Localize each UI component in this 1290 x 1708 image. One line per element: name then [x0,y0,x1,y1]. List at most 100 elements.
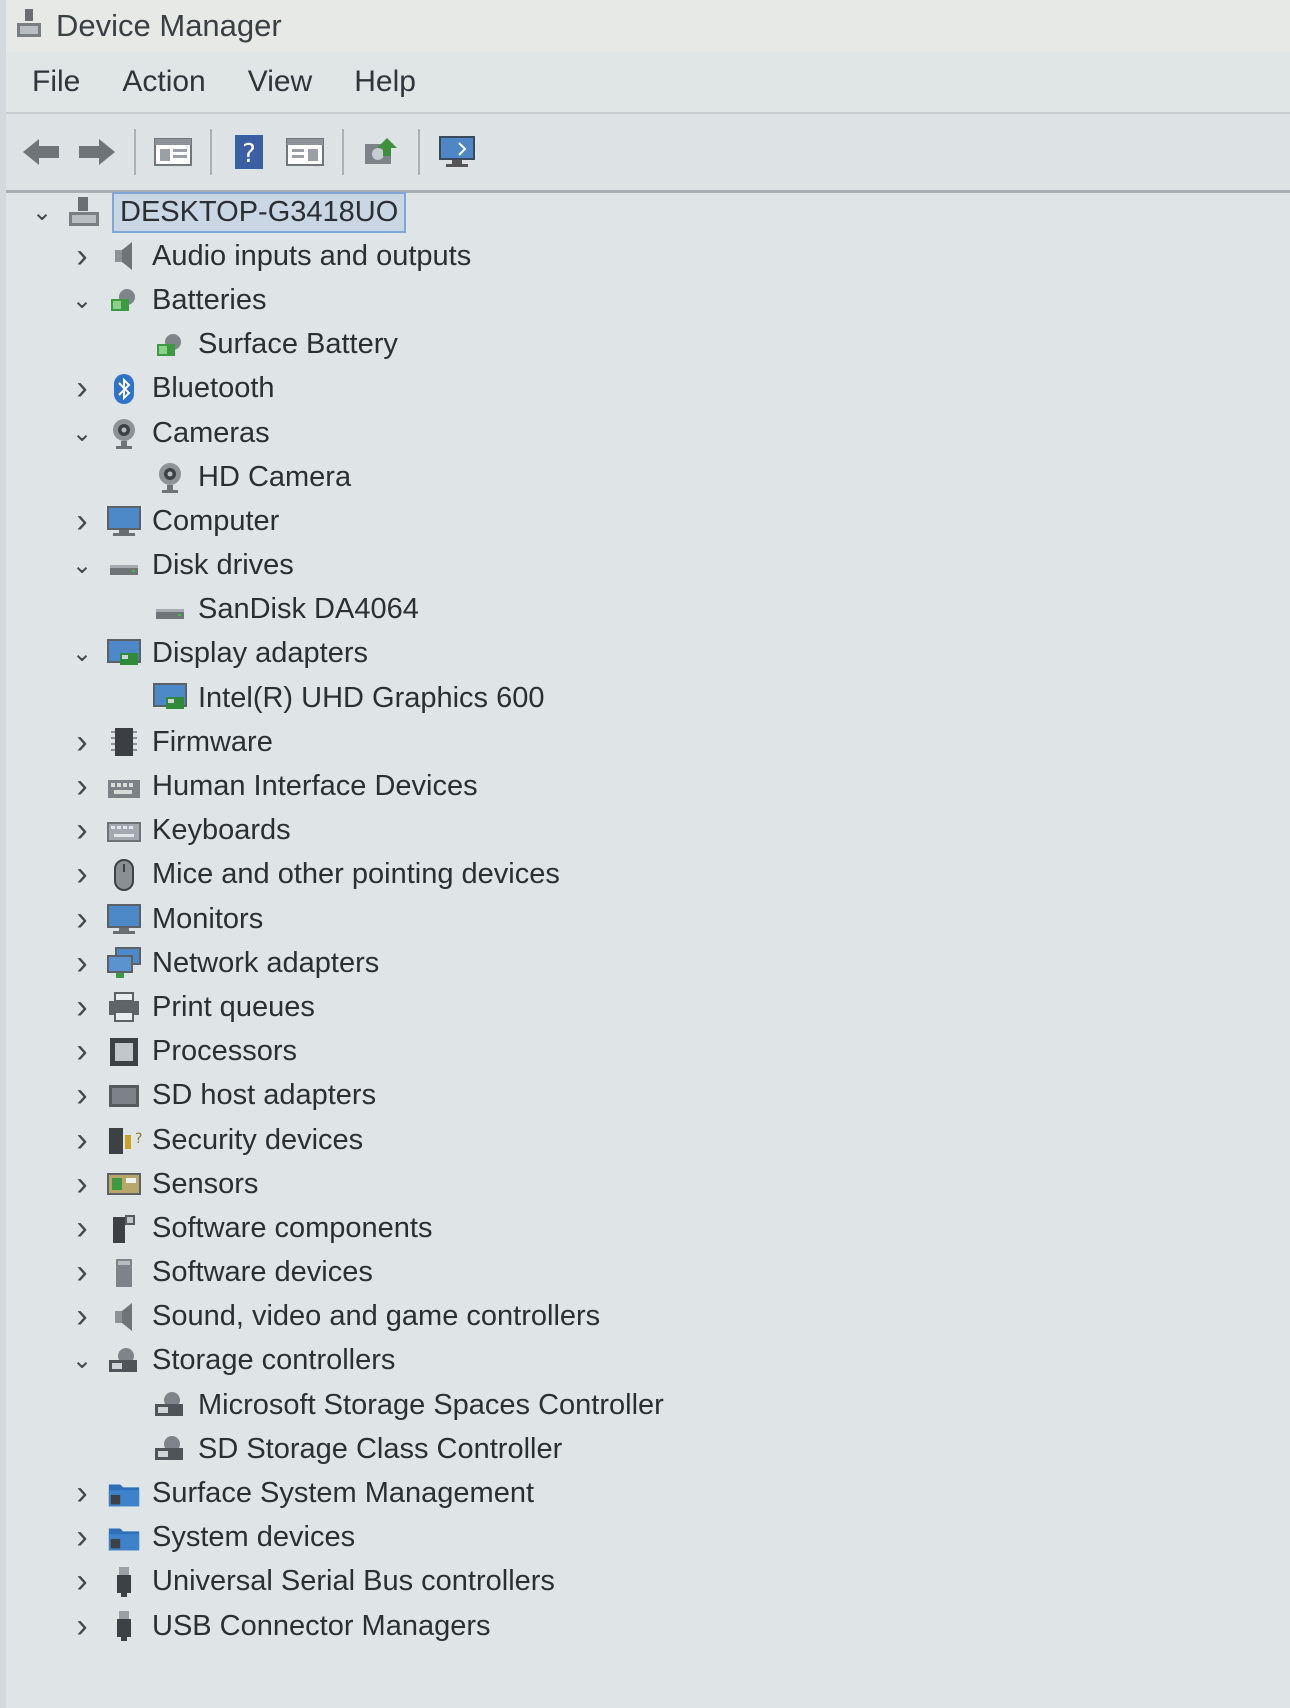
tree-category[interactable]: › Computer [6,499,1290,543]
tree-category[interactable]: › Software components [6,1206,1290,1250]
chevron-right-icon[interactable]: › [68,988,96,1026]
tree-category[interactable]: › Firmware [6,720,1290,764]
chevron-right-icon[interactable]: › [68,900,96,938]
tree-category[interactable]: › Human Interface Devices [6,764,1290,808]
chevron-right-icon[interactable]: › [68,811,96,849]
tree-device[interactable]: Microsoft Storage Spaces Controller [6,1383,1290,1427]
chevron-right-icon[interactable]: › [68,1209,96,1247]
back-arrow-icon[interactable] [18,129,64,175]
tree-category[interactable]: › Bluetooth [6,367,1290,411]
tree-category[interactable]: › Mice and other pointing devices [6,853,1290,897]
chevron-right-icon[interactable]: › [68,1076,96,1114]
keyboard-icon [106,813,142,849]
menu-action[interactable]: Action [120,61,207,103]
tree-category[interactable]: ⌄ Cameras [6,411,1290,455]
chevron-right-icon[interactable]: › [68,502,96,540]
chevron-right-icon[interactable]: › [68,1297,96,1335]
chevron-right-icon[interactable]: › [68,1253,96,1291]
tree-category[interactable]: ⌄ Batteries [6,278,1290,322]
category-label: Batteries [152,283,267,316]
monitor-icon [106,901,142,937]
category-label: SD host adapters [152,1079,377,1112]
tree-root[interactable]: ⌄ DESKTOP-G3418UO [6,190,1290,234]
device-label: SD Storage Class Controller [198,1432,563,1465]
tree-category[interactable]: › Sensors [6,1162,1290,1206]
tree-category[interactable]: › Sound, video and game controllers [6,1295,1290,1339]
chevron-right-icon[interactable]: › [68,1165,96,1203]
category-label: System devices [152,1521,356,1554]
category-label: Software components [152,1211,433,1244]
chevron-down-icon[interactable]: ⌄ [68,419,96,447]
properties-panel-icon[interactable] [150,129,196,175]
device-label: SanDisk DA4064 [198,593,419,626]
toolbar: ? [6,114,1290,193]
tree-device[interactable]: SanDisk DA4064 [6,588,1290,632]
network-adapter-icon [106,945,142,981]
chevron-down-icon[interactable]: ⌄ [68,1347,96,1375]
tree-root-label[interactable]: DESKTOP-G3418UO [112,191,407,233]
chevron-right-icon[interactable]: › [68,944,96,982]
sd-host-icon [106,1078,142,1114]
chevron-right-icon[interactable]: › [68,855,96,893]
toolbar-separator [342,129,344,175]
menu-help[interactable]: Help [352,61,418,103]
chevron-down-icon[interactable]: ⌄ [28,198,56,226]
category-label: Firmware [152,725,273,758]
tree-device[interactable]: SD Storage Class Controller [6,1427,1290,1471]
chevron-right-icon[interactable]: › [68,1607,96,1645]
chevron-right-icon[interactable]: › [68,1518,96,1556]
tree-device[interactable]: Intel(R) UHD Graphics 600 [6,676,1290,720]
tree-category[interactable]: › Processors [6,1030,1290,1074]
chevron-right-icon[interactable]: › [68,369,96,407]
menu-bar: File Action View Help [6,52,1290,114]
svg-text:?: ? [135,1131,142,1147]
scan-hardware-icon[interactable] [358,129,404,175]
tree-category[interactable]: › Audio inputs and outputs [6,234,1290,278]
tree-category[interactable]: › Print queues [6,985,1290,1029]
tree-category[interactable]: › Network adapters [6,941,1290,985]
tree-device[interactable]: Surface Battery [6,323,1290,367]
computer-root-icon [66,194,102,230]
tree-category[interactable]: ⌄ Disk drives [6,544,1290,588]
update-driver-panel-icon[interactable] [282,129,328,175]
help-icon[interactable]: ? [226,129,272,175]
tree-category[interactable]: ›? Security devices [6,1118,1290,1162]
category-label: Monitors [152,902,264,935]
category-label: Security devices [152,1123,364,1156]
chevron-right-icon[interactable]: › [68,1562,96,1600]
category-label: Sound, video and game controllers [152,1300,601,1333]
chevron-down-icon[interactable]: ⌄ [68,552,96,580]
chevron-right-icon[interactable]: › [68,767,96,805]
chevron-down-icon[interactable]: ⌄ [68,640,96,668]
tree-category[interactable]: ⌄ Display adapters [6,632,1290,676]
forward-arrow-icon[interactable] [74,129,120,175]
chevron-down-icon[interactable]: ⌄ [68,286,96,314]
software-device-icon [106,1255,142,1291]
tree-category[interactable]: › SD host adapters [6,1074,1290,1118]
tree-category[interactable]: › Monitors [6,897,1290,941]
tree-category[interactable]: › Keyboards [6,809,1290,853]
chevron-right-icon[interactable]: › [68,1121,96,1159]
menu-file[interactable]: File [30,61,82,103]
chevron-right-icon[interactable]: › [68,237,96,275]
tree-category[interactable]: › System devices [6,1516,1290,1560]
tree-category[interactable]: › Universal Serial Bus controllers [6,1560,1290,1604]
tree-device[interactable]: HD Camera [6,455,1290,499]
chevron-right-icon[interactable]: › [68,1474,96,1512]
device-label: Microsoft Storage Spaces Controller [198,1388,664,1421]
printer-icon [106,989,142,1025]
monitor-icon[interactable] [434,129,480,175]
tree-category[interactable]: ⌄ Storage controllers [6,1339,1290,1383]
bluetooth-icon [106,371,142,407]
menu-view[interactable]: View [246,61,314,103]
chevron-right-icon[interactable]: › [68,1032,96,1070]
tree-category[interactable]: › Software devices [6,1251,1290,1295]
tree-category[interactable]: › USB Connector Managers [6,1604,1290,1648]
disk-drive-icon [152,592,188,628]
tree-category[interactable]: › Surface System Management [6,1471,1290,1515]
storage-controller-icon [152,1387,188,1423]
device-manager-window: Device Manager File Action View Help ? ⌄… [6,0,1290,1708]
category-label: Mice and other pointing devices [152,858,560,891]
category-label: Storage controllers [152,1344,396,1377]
chevron-right-icon[interactable]: › [68,723,96,761]
